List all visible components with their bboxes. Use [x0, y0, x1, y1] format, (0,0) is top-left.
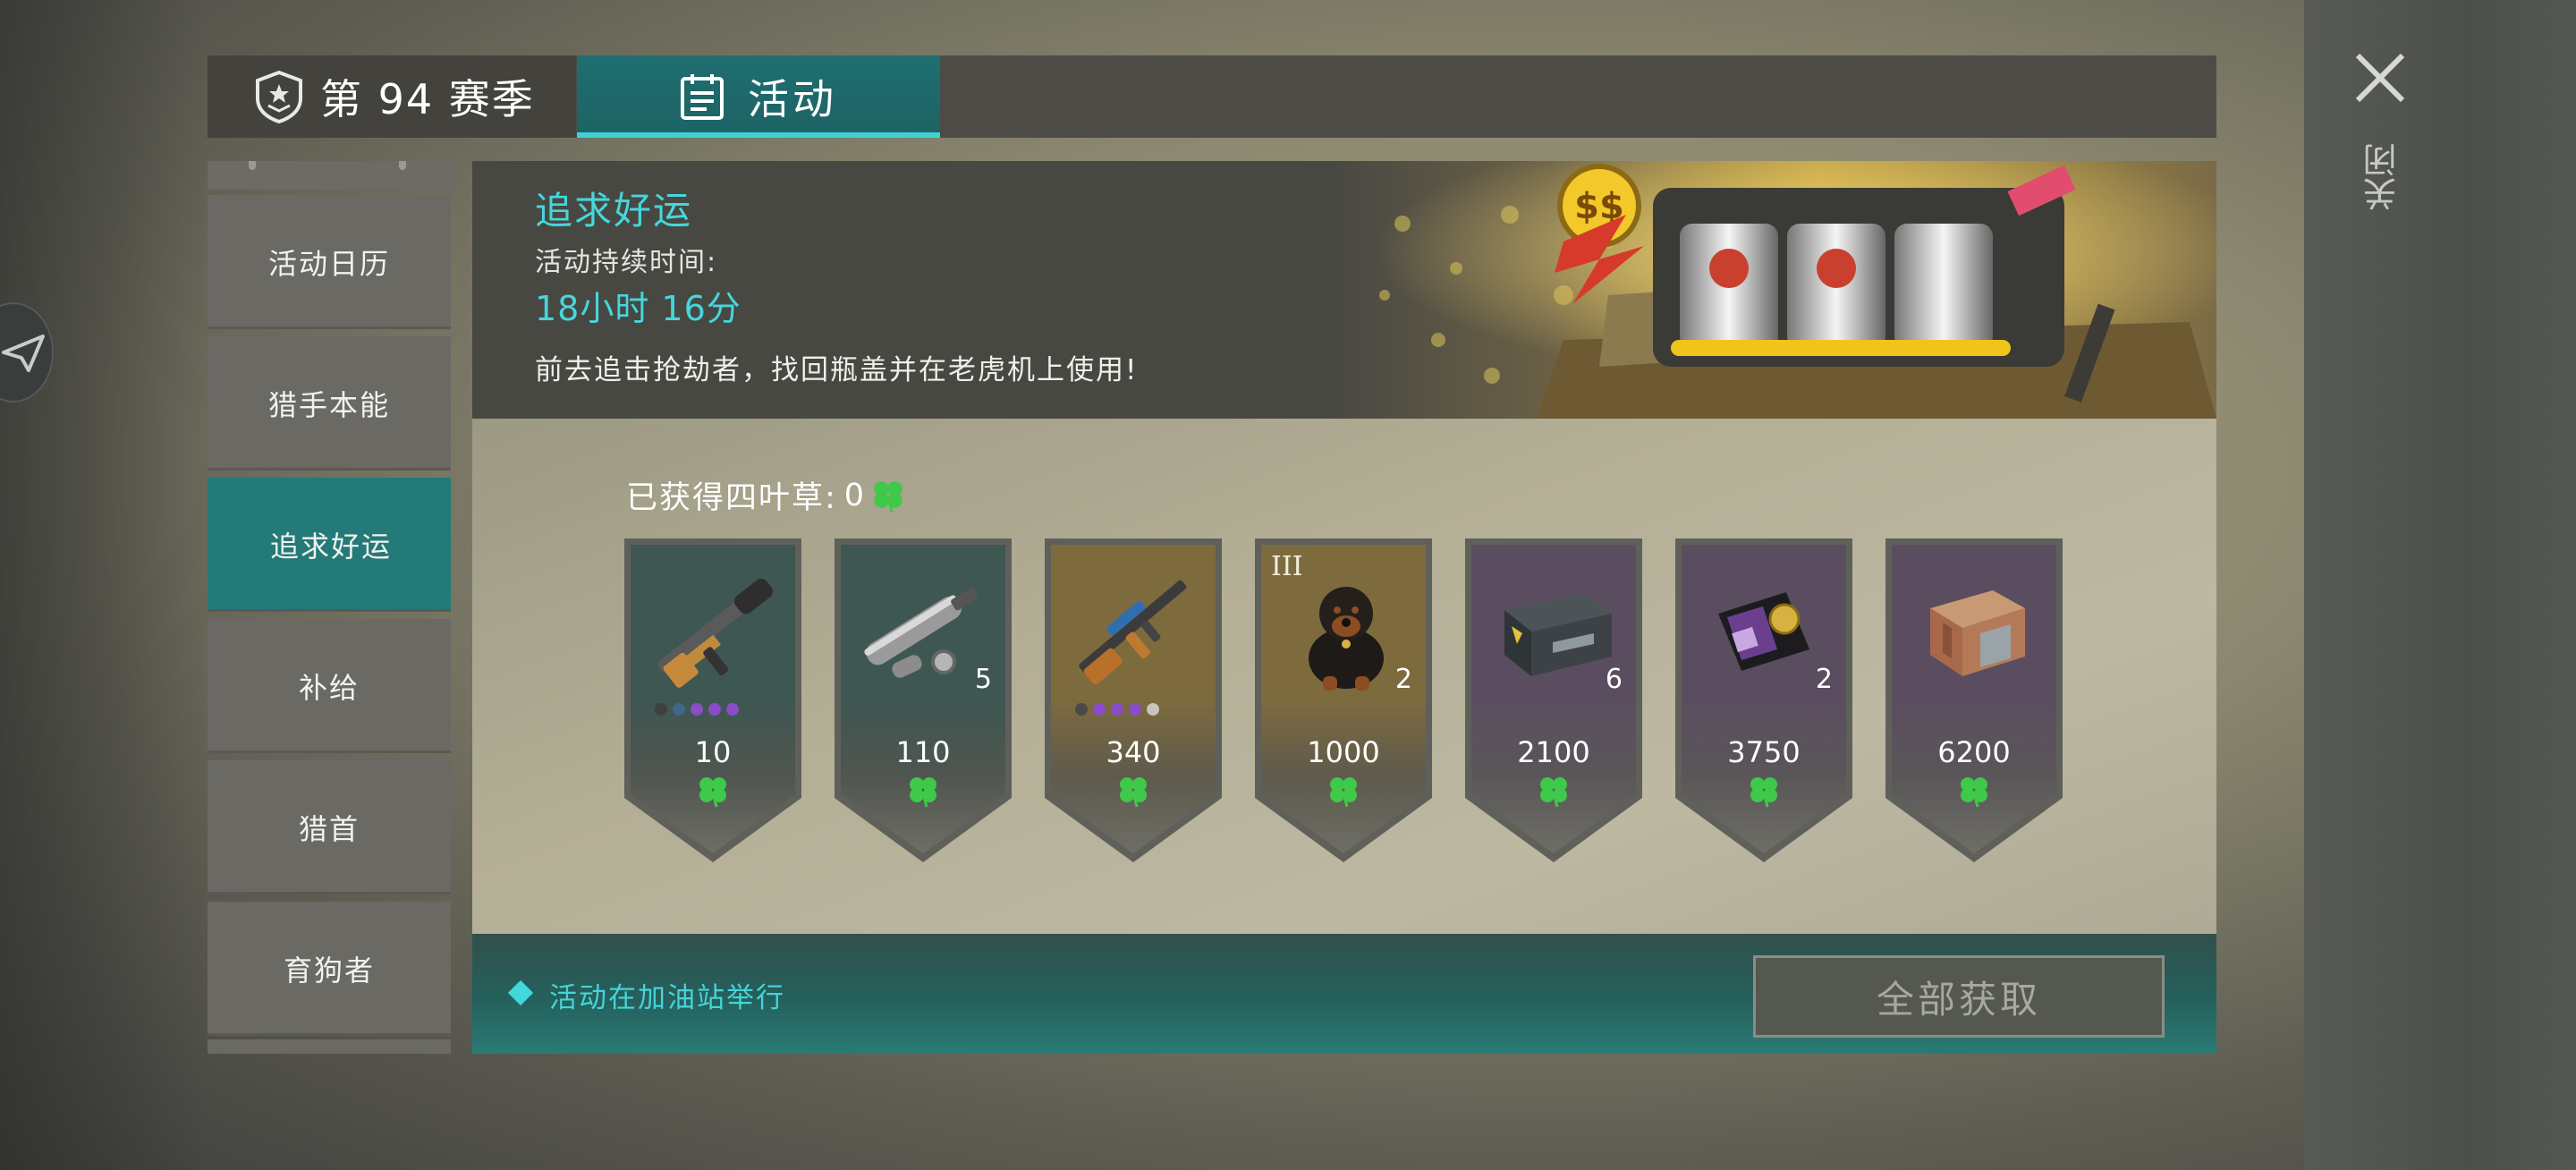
- event-banner: $$ 追求好运 活动持续时间: 18小时 16分 前去追击抢劫者，找回瓶盖并在老…: [472, 161, 2216, 419]
- diamond-bullet-icon: [507, 979, 534, 1006]
- reward-card[interactable]: 2 3750: [1675, 538, 1852, 862]
- claim-all-button[interactable]: 全部获取: [1753, 955, 2165, 1038]
- reward-cost: 10: [694, 735, 732, 769]
- assault-rifle-icon: [1079, 580, 1187, 685]
- event-description: 前去追击抢劫者，找回瓶盖并在老虎机上使用!: [535, 354, 1139, 386]
- menu-item-pursue-luck[interactable]: 追求好运: [208, 478, 451, 612]
- event-title: 追求好运: [535, 189, 693, 233]
- paper-plane-icon: [2, 335, 45, 372]
- reward-card[interactable]: 6 2100: [1465, 538, 1642, 862]
- reward-card[interactable]: 340: [1045, 538, 1222, 862]
- background-right-strip: [2304, 0, 2576, 1170]
- clover-icon: [1120, 777, 1147, 808]
- reward-cost: 340: [1106, 735, 1161, 769]
- reward-card[interactable]: 10: [624, 538, 801, 862]
- event-duration-label: 活动持续时间:: [535, 247, 718, 278]
- menu-item-headhunter[interactable]: 猎首: [208, 760, 451, 894]
- calendar-list-icon: [681, 74, 724, 120]
- clover-obtained: 已获得四叶草: 0: [626, 472, 907, 518]
- clover-icon: [1540, 777, 1567, 808]
- reward-cost: 3750: [1727, 735, 1801, 769]
- rarity-dots: [1075, 703, 1159, 716]
- tab-activity-label: 活动: [748, 75, 837, 123]
- clover-icon: [1750, 777, 1777, 808]
- tab-activity[interactable]: 活动: [577, 55, 940, 138]
- event-menu: 活动日历 猎手本能 追求好运 补给 猎首 育狗者: [208, 161, 451, 1054]
- wooden-crate-icon: [1930, 590, 2025, 676]
- season-shield-icon: [256, 70, 302, 123]
- close-label[interactable]: 关闭: [2361, 143, 2406, 211]
- reward-cost: 110: [895, 735, 951, 769]
- close-icon[interactable]: [2352, 50, 2408, 106]
- tab-season[interactable]: 第 94 赛季: [208, 55, 576, 138]
- clover-icon: [910, 777, 936, 808]
- reward-quantity: 2: [1815, 664, 1833, 695]
- event-location-text: 活动在加油站举行: [549, 982, 785, 1014]
- top-tab-bar: 第 94 赛季 活动: [208, 55, 2216, 138]
- clover-obtained-label: 已获得四叶草:: [626, 480, 837, 516]
- menu-peg: [249, 161, 256, 170]
- reward-cost: 2100: [1517, 735, 1590, 769]
- reward-card[interactable]: III 2 1000: [1255, 538, 1432, 862]
- event-footer: 活动在加油站举行 全部获取: [472, 934, 2216, 1054]
- slot-machine-truck-art: $$: [1331, 161, 2216, 419]
- clover-icon: [699, 777, 726, 808]
- event-panel: $$ 追求好运 活动持续时间: 18小时 16分 前去追击抢劫者，找回瓶盖并在老…: [472, 161, 2216, 1054]
- clover-icon: [874, 480, 902, 513]
- tab-season-label: 第 94 赛季: [320, 75, 535, 123]
- reward-card[interactable]: 5 110: [835, 538, 1012, 862]
- event-time-left: 18小时 16分: [535, 289, 741, 328]
- reward-card[interactable]: 6200: [1885, 538, 2063, 862]
- smg-rifle-icon: [657, 578, 774, 688]
- reward-quantity: 6: [1605, 664, 1623, 695]
- menu-item-dog-breeder[interactable]: 育狗者: [208, 902, 451, 1036]
- reward-cost: 6200: [1937, 735, 2011, 769]
- menu-item-supply[interactable]: 补给: [208, 619, 451, 753]
- clover-obtained-count: 0: [843, 477, 867, 513]
- clover-icon: [1961, 777, 1987, 808]
- rarity-dots: [655, 703, 739, 716]
- menu-peg: [399, 161, 406, 170]
- reward-tier: III: [1271, 551, 1303, 582]
- reward-quantity: 5: [974, 664, 992, 695]
- menu-item-hunter-instinct[interactable]: 猎手本能: [208, 336, 451, 471]
- reward-quantity: 2: [1394, 664, 1412, 695]
- clover-icon: [1330, 777, 1357, 808]
- menu-top-bar: [208, 161, 451, 190]
- menu-next-item-edge: [208, 1039, 451, 1054]
- reward-cost: 1000: [1307, 735, 1380, 769]
- menu-item-calendar[interactable]: 活动日历: [208, 195, 451, 329]
- background-left-shade: [0, 0, 206, 1170]
